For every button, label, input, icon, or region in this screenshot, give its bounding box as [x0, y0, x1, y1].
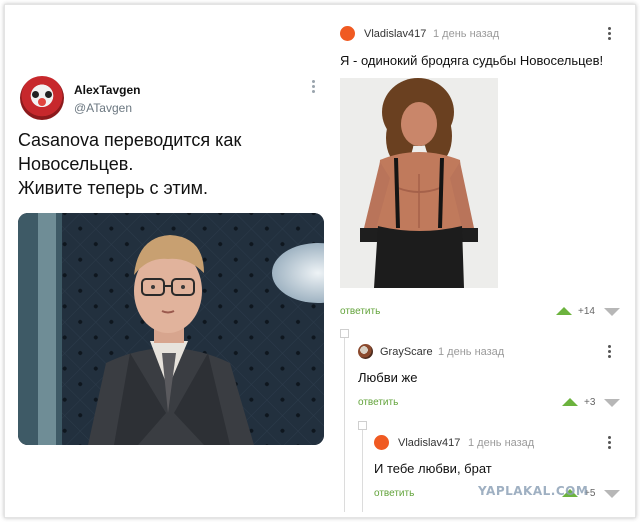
comment-text: Любви же: [358, 370, 418, 385]
tweet-line: Новосельцев.: [18, 154, 134, 174]
avatar-nose: [38, 98, 46, 106]
tweet-author-handle[interactable]: @ATavgen: [74, 101, 132, 115]
tweet-photo-drawing: [18, 213, 324, 445]
tweet-text: Casanova переводится как Новосельцев. Жи…: [18, 128, 330, 200]
comment-time: 1 день назад: [438, 346, 505, 358]
thread-collapse-toggle[interactable]: [340, 329, 349, 338]
upvote-icon[interactable]: [556, 307, 572, 315]
comment-score: +3: [584, 397, 596, 408]
reply-link[interactable]: ответить: [374, 488, 414, 499]
more-vertical-icon[interactable]: [312, 80, 316, 95]
avatar-eye: [32, 91, 39, 98]
thread-line: [344, 338, 345, 512]
tweet-line: Casanova переводится как: [18, 130, 242, 150]
comment-photo-drawing: [340, 78, 498, 288]
comment-thread: Vladislav417 1 день назад Я - одинокий б…: [338, 14, 628, 512]
clown-avatar[interactable]: [20, 76, 64, 120]
comment-time: 1 день назад: [468, 437, 535, 449]
user-avatar-icon[interactable]: [374, 435, 389, 450]
tweet-author-name[interactable]: AlexTavgen: [74, 83, 140, 97]
site-watermark: YAPLAKAL.COM: [478, 484, 589, 498]
comment-score: +14: [578, 306, 595, 317]
tweet-line: Живите теперь с этим.: [18, 178, 209, 198]
upvote-icon[interactable]: [562, 398, 578, 406]
thread-collapse-toggle[interactable]: [358, 421, 367, 430]
more-vertical-icon[interactable]: [608, 345, 611, 360]
comment-author[interactable]: GrayScare: [380, 346, 433, 358]
comment-text: Я - одинокий бродяга судьбы Новосельцев!: [340, 53, 604, 68]
downvote-icon[interactable]: [604, 308, 620, 316]
user-avatar-icon[interactable]: [340, 26, 355, 41]
comment-author[interactable]: Vladislav417: [364, 28, 426, 40]
downvote-icon[interactable]: [604, 399, 620, 407]
comment-time: 1 день назад: [433, 28, 500, 40]
comment-text: И тебе любви, брат: [374, 461, 492, 476]
reply-link[interactable]: ответить: [340, 306, 380, 317]
more-vertical-icon[interactable]: [608, 27, 611, 42]
comment-photo-shirtless-man[interactable]: [340, 78, 498, 288]
downvote-icon[interactable]: [604, 490, 620, 498]
more-vertical-icon[interactable]: [608, 436, 611, 451]
thread-line: [362, 430, 363, 512]
avatar-eye: [45, 91, 52, 98]
tweet-card: AlexTavgen @ATavgen Casanova переводится…: [14, 70, 330, 452]
reply-link[interactable]: ответить: [358, 397, 398, 408]
user-avatar-icon[interactable]: [358, 344, 373, 359]
tweet-photo-man-in-glasses[interactable]: [18, 213, 324, 445]
comment-author[interactable]: Vladislav417: [398, 437, 460, 449]
